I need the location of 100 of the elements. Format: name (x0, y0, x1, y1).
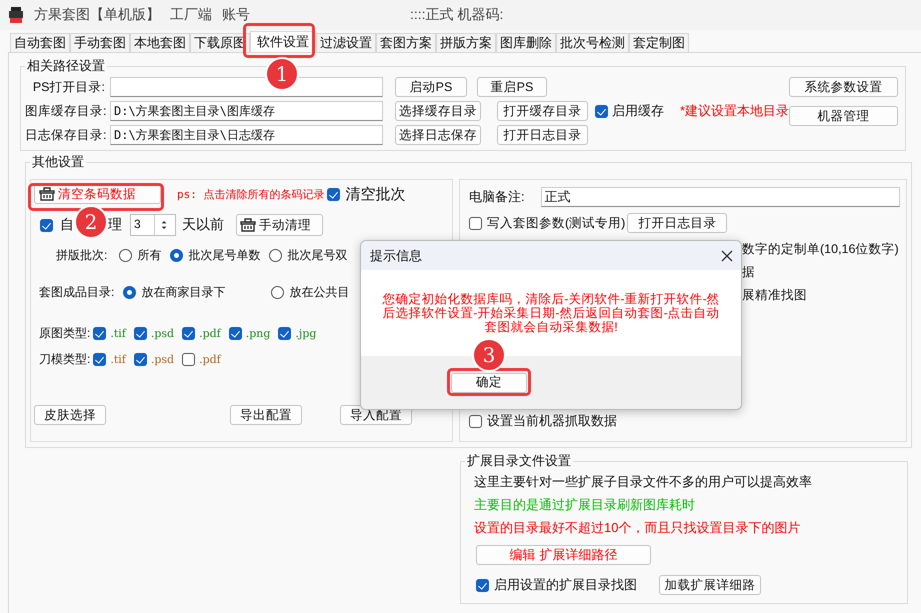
edit-path-button[interactable]: 编辑 扩展详细路径 (476, 545, 651, 565)
radio-label: 批次尾号双 (287, 246, 348, 264)
checkbox[interactable] (93, 326, 106, 340)
path-button[interactable]: 打开缓存目录 (497, 101, 588, 121)
checkbox[interactable] (469, 414, 482, 428)
option-label: 套图成品目录: (39, 284, 114, 300)
checkbox[interactable] (278, 326, 292, 340)
note-field[interactable]: 正式 (540, 187, 900, 207)
tab[interactable]: 套定制图 (629, 33, 689, 52)
checkbox[interactable] (93, 352, 106, 366)
checkbox[interactable] (134, 326, 147, 340)
radio-button[interactable] (269, 248, 282, 262)
checkbox-label: 启用缓存 (612, 102, 664, 120)
checkbox[interactable] (476, 578, 489, 592)
close-icon[interactable] (721, 250, 733, 262)
radio-label: 批次尾号单数 (188, 246, 260, 264)
info-text: 主要目的是通过扩展目录刷新图库耗时 (474, 496, 695, 514)
file-extension: .jpg (295, 326, 316, 340)
checkbox-label: 清空批次 (346, 184, 406, 204)
field-label: 图库缓存目录: (25, 102, 105, 120)
checkbox[interactable] (182, 326, 196, 340)
tab[interactable]: 过滤设置 (316, 33, 376, 52)
dialog-message: 您确定初始化数据库吗，清除后-关闭软件-重新打开软件-然后选择软件设置-开始采集日期-然后返回自动套图-点击自动套图就会自动采集数据! (381, 292, 721, 334)
radio-label: 所有 (137, 246, 162, 264)
group-title: 其他设置 (31, 153, 85, 171)
checkbox[interactable] (228, 326, 242, 340)
option-text: 据 (742, 264, 755, 280)
hint-text: *建议设置本地目录 (680, 102, 790, 120)
radio-button[interactable] (271, 286, 284, 298)
tab[interactable]: 本地套图 (130, 33, 190, 52)
window-subtitle: 工厂端 (170, 6, 212, 24)
option-label: 刀模类型: (39, 350, 90, 368)
info-text: 这里主要针对一些扩展子目录文件不多的用户可以提高效率 (474, 472, 812, 490)
checkbox-label: 写入套图参数(测试专用) (487, 214, 626, 232)
clear-barcode-button[interactable]: 清空条码数据 (34, 184, 161, 204)
path-button[interactable]: 启动PS (395, 77, 467, 97)
tab[interactable]: 套图方案 (376, 33, 436, 52)
file-extension: .psd (150, 352, 174, 366)
group-title: 扩展目录文件设置 (466, 452, 572, 470)
file-extension: .png (246, 326, 270, 340)
side-button[interactable]: 机器管理 (789, 106, 898, 126)
path-field[interactable]: D:\方果套图主目录\图库缓存 (110, 101, 383, 121)
tab[interactable]: 软件设置 (250, 31, 316, 52)
file-extension: .tif (110, 326, 126, 340)
checkbox[interactable] (469, 216, 482, 230)
radio-button[interactable] (170, 248, 184, 262)
checkbox-label: 理 (108, 216, 122, 234)
file-extension: .psd (150, 326, 174, 340)
tab[interactable]: 手动套图 (70, 33, 130, 52)
side-button[interactable]: 系统参数设置 (789, 77, 898, 97)
path-button[interactable]: 选择缓存目录 (395, 101, 481, 121)
path-field[interactable]: D:\方果套图主目录\日志缓存 (110, 125, 383, 145)
tab[interactable]: 自动套图 (10, 33, 70, 52)
radio-label: 放在商家目录下 (141, 284, 226, 300)
hint-text: ps: 点击清除所有的条码记录 (177, 186, 324, 202)
file-extension: .tif (110, 352, 126, 366)
radio-button[interactable] (119, 248, 132, 262)
option-text: 展精准找图 (742, 286, 807, 304)
option-label: 原图类型: (39, 324, 90, 342)
dialog-title: 提示信息 (370, 246, 422, 264)
basket-icon (39, 187, 55, 201)
checkbox[interactable] (182, 352, 196, 366)
checkbox[interactable] (40, 218, 53, 232)
checkbox[interactable] (134, 352, 147, 366)
tab[interactable]: 图库删除 (496, 33, 556, 52)
app-icon (8, 6, 24, 24)
option-text: 数字的定制单(10,16位数字) (742, 240, 899, 258)
config-button[interactable]: 导出配置 (230, 405, 302, 425)
radio-button[interactable] (123, 286, 136, 298)
path-button[interactable]: 重启PS (477, 77, 547, 97)
checkbox-label: 设置当前机器抓取数据 (487, 412, 617, 430)
file-extension: .pdf (199, 326, 221, 340)
account-label: 账号 (222, 6, 250, 24)
step-badge: 2 (74, 205, 108, 239)
tab[interactable]: 拼版方案 (436, 33, 496, 52)
license-status: ::::正式 机器码: (410, 6, 504, 24)
path-button[interactable]: 选择日志保存 (395, 125, 481, 145)
basket-icon (240, 218, 256, 232)
ok-button[interactable]: 确定 (451, 372, 527, 392)
info-text: 设置的目录最好不超过10个，而且只找设置目录下的图片 (474, 518, 800, 536)
option-label: 拼版批次: (56, 246, 108, 264)
tab[interactable]: 批次号检测 (556, 33, 629, 52)
field-label: 电脑备注: (469, 188, 525, 206)
path-button[interactable]: 打开日志目录 (497, 125, 588, 145)
file-extension: .pdf (199, 352, 221, 366)
radio-label: 放在公共目 (289, 284, 350, 300)
number-spinner[interactable]: 3 (130, 214, 176, 236)
group-title: 相关路径设置 (26, 57, 106, 75)
config-button[interactable]: 皮肤选择 (34, 405, 106, 425)
checkbox-label: 启用设置的扩展目录找图 (494, 576, 637, 594)
highlight-frame (243, 23, 315, 58)
field-label: PS打开目录: (32, 78, 105, 96)
manual-clean-button[interactable]: 手动清理 (236, 214, 323, 236)
open-log-button[interactable]: 打开日志目录 (627, 213, 728, 233)
checkbox[interactable] (595, 104, 608, 118)
checkbox[interactable] (326, 188, 340, 200)
window-title: 方果套图【单机版】 (34, 6, 160, 24)
field-label: 日志保存目录: (25, 126, 105, 144)
days-label: 天以前 (182, 216, 224, 234)
load-path-button[interactable]: 加载扩展详细路 (659, 575, 761, 595)
